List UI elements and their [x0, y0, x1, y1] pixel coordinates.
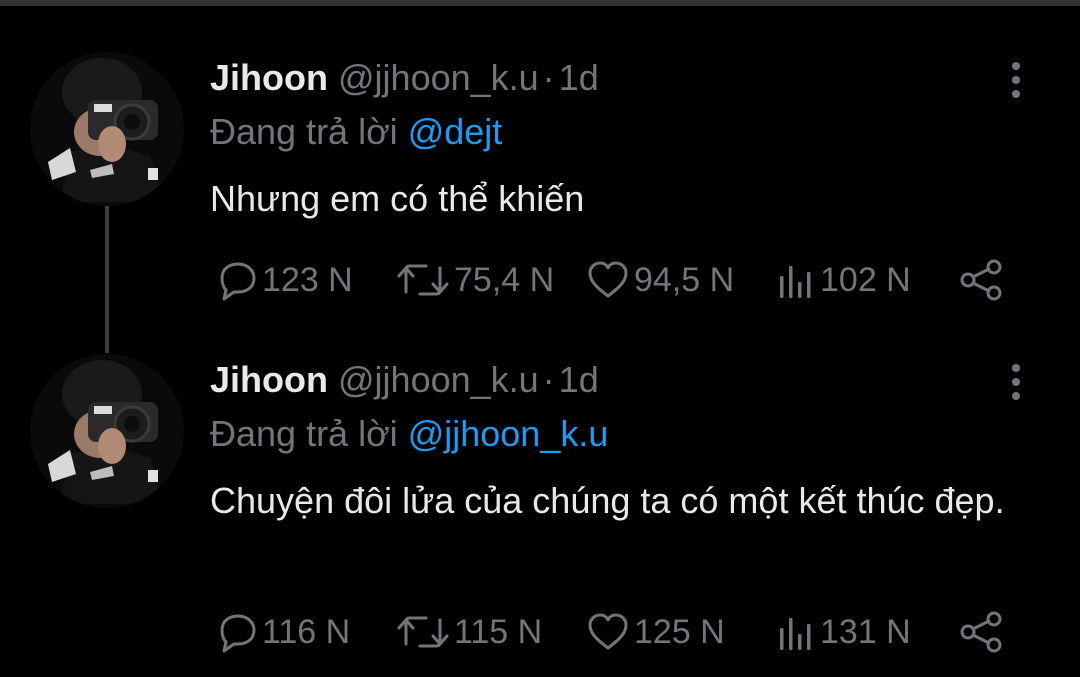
replying-to-label: Đang trả lời: [210, 111, 398, 152]
display-name[interactable]: Jihoon: [210, 57, 328, 98]
retweet-arrows-icon: [397, 616, 449, 648]
avatar[interactable]: [30, 354, 184, 508]
tweet-header: Jihoon @jjhoon_k.u · 1d: [210, 56, 599, 100]
top-divider: [0, 0, 1080, 6]
views-button[interactable]: 131 N: [776, 608, 911, 656]
timeline: Jihoon @jjhoon_k.u · 1d Đang trả lời @dejt…: [0, 0, 1080, 677]
reply-button[interactable]: 116 N: [214, 608, 350, 656]
tweet-header: Jihoon @jjhoon_k.u · 1d: [210, 358, 599, 402]
tweet-actions: 123 N 75,4 N 94,5 N 102 N: [210, 256, 1030, 304]
reply-count: 123 N: [262, 261, 353, 299]
replying-to: Đang trả lời @dejt: [210, 110, 502, 154]
like-count: 125 N: [634, 613, 725, 651]
share-button[interactable]: [958, 608, 1006, 656]
retweet-count: 115 N: [454, 613, 543, 651]
share-button[interactable]: [958, 256, 1006, 304]
vertical-dots-icon: [1012, 62, 1020, 98]
retweet-arrows-icon: [397, 264, 449, 296]
tweet-actions: 116 N 115 N 125 N 131 N: [210, 608, 1030, 656]
reply-mention-link[interactable]: @dejt: [408, 111, 503, 152]
heart-icon: [588, 261, 628, 298]
comment-bubble-icon: [220, 262, 256, 301]
display-name[interactable]: Jihoon: [210, 359, 328, 400]
like-count: 94,5 N: [634, 261, 735, 299]
thread-connector-line: [105, 205, 109, 353]
like-button[interactable]: 94,5 N: [586, 256, 734, 304]
reply-count: 116 N: [262, 613, 351, 651]
views-button[interactable]: 102 N: [776, 256, 911, 304]
separator-dot: ·: [542, 359, 555, 400]
comment-bubble-icon: [220, 614, 256, 653]
user-handle[interactable]: @jjhoon_k.u: [338, 359, 539, 400]
vertical-dots-icon: [1012, 364, 1020, 400]
reply-button[interactable]: 123 N: [214, 256, 353, 304]
avatar[interactable]: [30, 52, 184, 206]
more-options-button[interactable]: [1000, 60, 1032, 100]
bar-chart-icon: [780, 266, 811, 298]
like-button[interactable]: 125 N: [586, 608, 725, 656]
retweet-button[interactable]: 75,4 N: [396, 256, 554, 304]
retweet-button[interactable]: 115 N: [396, 608, 542, 656]
tweet-text: Nhưng em có thể khiến: [210, 178, 585, 219]
timestamp[interactable]: 1d: [559, 359, 599, 400]
bar-chart-icon: [780, 618, 811, 650]
timestamp[interactable]: 1d: [559, 57, 599, 98]
user-handle[interactable]: @jjhoon_k.u: [338, 57, 539, 98]
views-count: 102 N: [820, 261, 911, 299]
share-icon: [960, 611, 1002, 653]
more-options-button[interactable]: [1000, 362, 1032, 402]
replying-to-label: Đang trả lời: [210, 413, 398, 454]
heart-icon: [588, 613, 628, 650]
retweet-count: 75,4 N: [454, 261, 555, 299]
tweet-text: Chuyện đôi lửa của chúng ta có một kết t…: [210, 480, 1005, 521]
replying-to: Đang trả lời @jjhoon_k.u: [210, 412, 608, 456]
views-count: 131 N: [820, 613, 911, 651]
separator-dot: ·: [542, 57, 555, 98]
share-icon: [960, 259, 1002, 301]
reply-mention-link[interactable]: @jjhoon_k.u: [408, 413, 609, 454]
